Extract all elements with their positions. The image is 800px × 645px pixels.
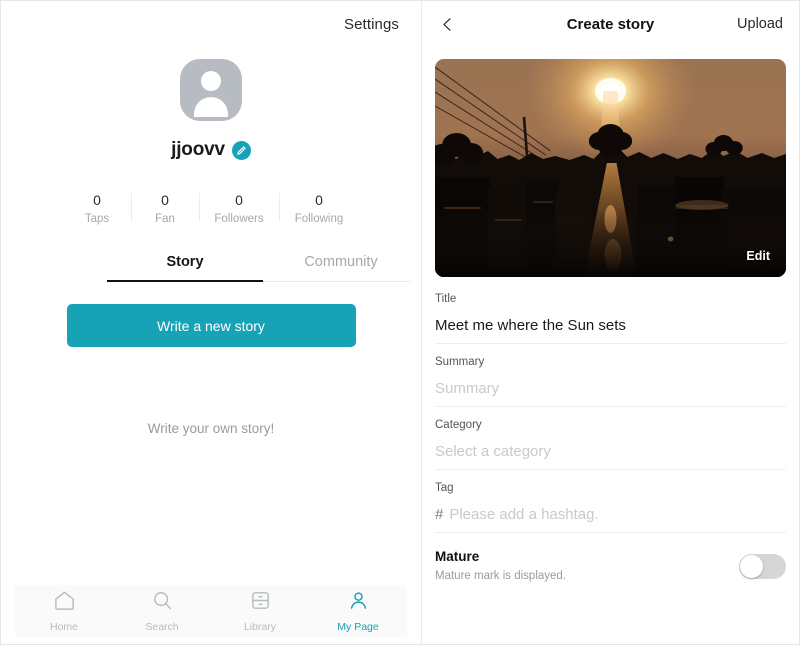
- app-root: Settings jjoovv 0 Taps 0 Fan 0 Followers…: [0, 0, 800, 645]
- cover-image[interactable]: Edit: [435, 59, 786, 277]
- mature-setting-row: Mature Mature mark is displayed.: [422, 542, 799, 584]
- username: jjoovv: [171, 139, 225, 160]
- field-label: Tag: [435, 482, 454, 494]
- stats-row: 0 Taps 0 Fan 0 Followers 0 Following: [1, 189, 421, 228]
- tab-community[interactable]: Community: [263, 254, 419, 281]
- avatar-head-shape: [201, 71, 221, 91]
- toggle-knob: [740, 554, 763, 578]
- nav-label: Search: [145, 621, 179, 633]
- profile-tabs: Story Community: [107, 254, 411, 282]
- empty-state-text: Write your own story!: [147, 421, 275, 436]
- mature-title: Mature: [435, 549, 480, 564]
- category-select[interactable]: Select a category: [435, 442, 786, 462]
- write-new-story-button[interactable]: Write a new story: [66, 304, 356, 347]
- stat-fan[interactable]: 0 Fan: [131, 189, 199, 228]
- cover-image-graphic: [435, 59, 786, 277]
- field-label: Summary: [435, 356, 485, 368]
- stat-followers[interactable]: 0 Followers: [199, 189, 279, 228]
- stat-label: Following: [294, 213, 344, 225]
- field-category: Category Select a category: [435, 417, 786, 470]
- nav-item-my-page[interactable]: My Page: [309, 589, 407, 633]
- library-icon: [249, 589, 272, 617]
- stat-value: 0: [315, 192, 323, 208]
- home-icon: [53, 589, 76, 617]
- mature-texts: Mature Mature mark is displayed.: [435, 548, 739, 584]
- mature-subtitle: Mature mark is displayed.: [435, 570, 567, 582]
- field-tag: Tag # Please add a hashtag.: [435, 480, 786, 533]
- stat-label: Fan: [155, 213, 175, 225]
- bottom-navigation: Home Search Library My Page: [15, 585, 407, 637]
- nav-label: Library: [243, 621, 277, 633]
- field-label: Title: [435, 293, 457, 305]
- create-story-panel: Create story Upload Edit Title Meet me w…: [422, 1, 799, 644]
- create-story-header: Create story Upload: [422, 1, 799, 47]
- nav-label: My Page: [337, 621, 379, 633]
- stat-value: 0: [235, 192, 243, 208]
- field-summary: Summary Summary: [435, 354, 786, 407]
- avatar[interactable]: [180, 59, 242, 121]
- nav-item-search[interactable]: Search: [113, 589, 211, 633]
- nav-item-library[interactable]: Library: [211, 589, 309, 633]
- tag-input[interactable]: Please add a hashtag.: [449, 505, 598, 525]
- search-icon: [151, 589, 174, 617]
- stat-label: Followers: [214, 213, 264, 225]
- stat-value: 0: [161, 192, 169, 208]
- field-label: Category: [435, 419, 482, 431]
- tag-row: # Please add a hashtag.: [435, 505, 786, 525]
- stat-taps[interactable]: 0 Taps: [63, 189, 131, 228]
- avatar-body-shape: [194, 97, 228, 117]
- my-page-panel: Settings jjoovv 0 Taps 0 Fan 0 Followers…: [1, 1, 422, 644]
- stat-following[interactable]: 0 Following: [279, 189, 359, 228]
- chevron-left-icon[interactable]: [434, 11, 460, 37]
- title-input[interactable]: Meet me where the Sun sets: [435, 316, 786, 336]
- edit-cover-button[interactable]: Edit: [746, 249, 770, 263]
- hash-icon: #: [435, 506, 444, 523]
- profile-block: jjoovv 0 Taps 0 Fan 0 Followers 0 Follow…: [1, 47, 421, 228]
- summary-input[interactable]: Summary: [435, 379, 786, 399]
- username-row: jjoovv: [171, 139, 251, 161]
- nav-label: Home: [49, 621, 78, 633]
- left-header: Settings: [1, 1, 421, 47]
- settings-button[interactable]: Settings: [344, 16, 399, 33]
- stat-value: 0: [93, 192, 101, 208]
- field-title: Title Meet me where the Sun sets: [435, 291, 786, 344]
- person-icon: [347, 589, 370, 617]
- tab-story[interactable]: Story: [107, 254, 263, 282]
- mature-toggle[interactable]: [739, 553, 786, 579]
- pencil-icon[interactable]: [231, 140, 251, 160]
- upload-button[interactable]: Upload: [737, 16, 783, 32]
- nav-item-home[interactable]: Home: [15, 589, 113, 633]
- story-form: Title Meet me where the Sun sets Summary…: [422, 277, 799, 533]
- stat-label: Taps: [84, 213, 110, 225]
